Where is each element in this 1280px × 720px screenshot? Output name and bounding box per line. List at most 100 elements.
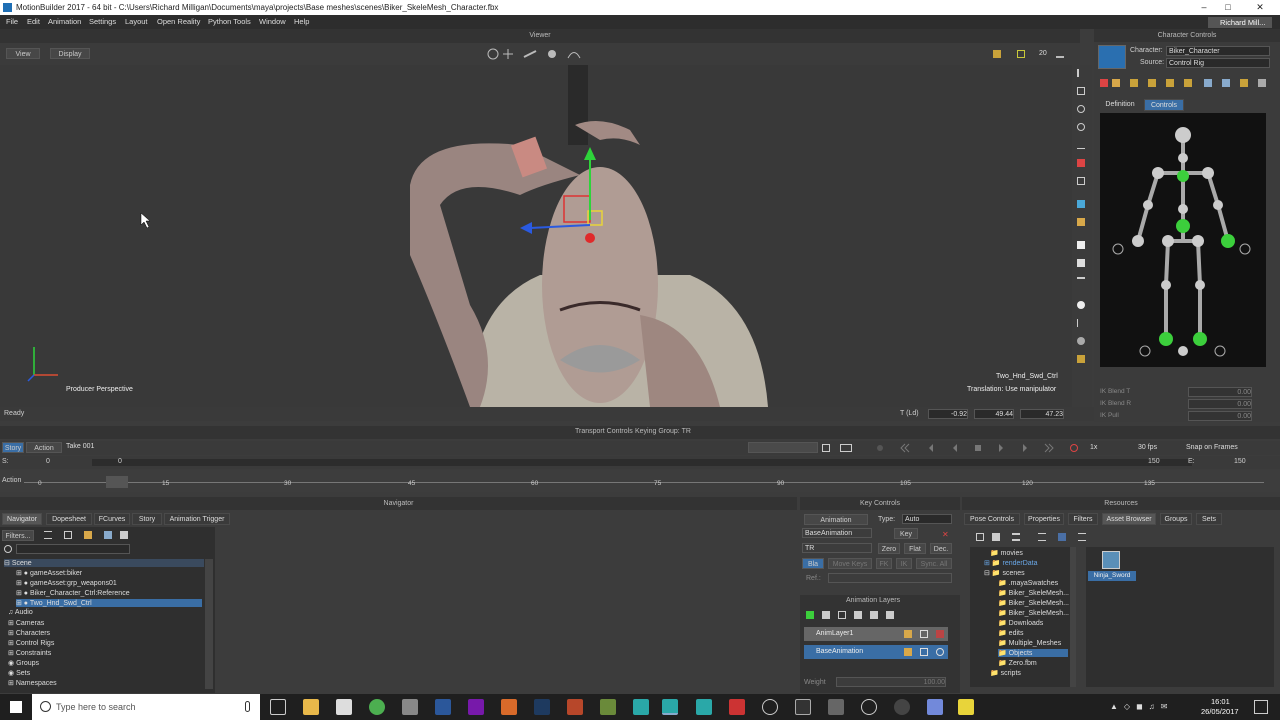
tree-item-namespaces[interactable]: ⊞ Namespaces <box>8 679 57 687</box>
tree-item-sets[interactable]: ◉ Sets <box>8 669 30 677</box>
null-icon[interactable] <box>1077 337 1085 345</box>
illustrator-icon[interactable] <box>501 699 517 715</box>
action-dropdown[interactable]: Action <box>26 442 62 453</box>
animation-button[interactable]: Animation <box>804 514 868 525</box>
speed-select[interactable]: 1x <box>1088 443 1132 453</box>
display-mode-icon[interactable] <box>993 50 1001 58</box>
app-icon-18[interactable] <box>828 699 844 715</box>
forward-icon[interactable] <box>120 531 128 539</box>
y-value-field[interactable]: 49.44 <box>974 409 1014 419</box>
details-view-icon[interactable] <box>1038 533 1046 541</box>
hierarchy-icon[interactable] <box>64 531 72 539</box>
filters-button[interactable]: Filters... <box>2 530 34 541</box>
display-button[interactable]: Display <box>50 48 90 59</box>
start-value[interactable]: 0 <box>46 458 50 465</box>
end-value[interactable]: 150 <box>1234 458 1246 465</box>
key-icon[interactable] <box>1112 79 1120 87</box>
flat-button[interactable]: Flat <box>904 543 926 554</box>
chrome-icon[interactable] <box>369 699 385 715</box>
menu-python-tools[interactable]: Python Tools <box>208 15 251 29</box>
layer-mute-icon[interactable] <box>936 630 944 638</box>
app-icon-15[interactable] <box>729 699 745 715</box>
pin-icon[interactable] <box>1166 79 1174 87</box>
layer-solo-icon[interactable] <box>920 648 928 656</box>
folder-scripts[interactable]: 📁 scripts <box>990 669 1021 677</box>
type-select[interactable]: Auto <box>902 514 952 524</box>
playhead[interactable] <box>106 476 128 488</box>
menu-file[interactable]: File <box>6 15 18 29</box>
epic-games-icon[interactable] <box>795 699 811 715</box>
frame-icon[interactable] <box>1077 177 1085 185</box>
ref-field[interactable] <box>828 573 952 583</box>
folder-edits[interactable]: 📁 edits <box>998 629 1023 637</box>
pivot-icon[interactable] <box>1056 50 1064 58</box>
tree-item-characters[interactable]: ⊞ Characters <box>8 629 50 637</box>
app-icon-11[interactable] <box>600 699 616 715</box>
source-select[interactable]: Control Rig <box>1166 58 1270 68</box>
folder-objects[interactable]: 📁 Objects <box>998 649 1068 657</box>
ik-pull-field[interactable]: 0.00 <box>1188 411 1252 421</box>
back-icon[interactable] <box>104 531 112 539</box>
sync-all-button[interactable]: Sync. All <box>916 558 952 569</box>
manipulator-tools[interactable] <box>486 47 586 61</box>
tree-item-biker[interactable]: ⊞ ● gameAsset:biker <box>16 569 82 577</box>
layout-split-icon[interactable] <box>840 444 852 452</box>
taskbar-search[interactable]: Type here to search <box>32 694 260 720</box>
task-view-icon[interactable] <box>270 699 286 715</box>
layer-lock-icon[interactable] <box>904 630 912 638</box>
fbx-file-icon[interactable] <box>1102 551 1120 569</box>
3d-viewport[interactable]: Producer Perspective Two_Hnd_Swd_Ctrl Tr… <box>0 65 1072 407</box>
z-value-field[interactable]: 47.23 <box>1020 409 1064 419</box>
layer-solo-icon[interactable] <box>920 630 928 638</box>
minimize-button[interactable]: – <box>1192 0 1216 15</box>
sticky-notes-icon[interactable] <box>958 699 974 715</box>
tree-item-two-hnd-swd-ctrl[interactable]: ⊞ ● Two_Hnd_Swd_Ctrl <box>16 599 202 607</box>
take-select[interactable]: Take 001 <box>64 442 744 452</box>
story-toggle[interactable]: Story <box>2 442 24 453</box>
tab-definition[interactable]: Definition <box>1100 99 1140 111</box>
menu-open-reality[interactable]: Open Reality <box>157 15 200 29</box>
mirror-icon[interactable] <box>1204 79 1212 87</box>
windows-start-icon[interactable] <box>10 701 22 713</box>
menu-layout[interactable]: Layout <box>125 15 148 29</box>
notifications-icon[interactable] <box>1254 700 1268 714</box>
dec-button[interactable]: Dec. <box>930 543 952 554</box>
word-icon[interactable] <box>435 699 451 715</box>
folder-multiple-meshes[interactable]: 📁 Multiple_Meshes <box>998 639 1061 647</box>
tab-groups[interactable]: Groups <box>1160 513 1192 525</box>
light-icon[interactable] <box>1077 218 1085 226</box>
fk-ik-icon[interactable] <box>1100 79 1108 87</box>
character-skeleton-view[interactable] <box>1100 113 1266 367</box>
character-select[interactable]: Biker_Character <box>1166 46 1270 56</box>
tab-filters[interactable]: Filters <box>1068 513 1098 525</box>
thumbnail-view-icon[interactable] <box>1058 533 1066 541</box>
camera-icon[interactable] <box>1077 200 1085 208</box>
zero-button[interactable]: Zero <box>878 543 900 554</box>
tree-item-cameras[interactable]: ⊞ Cameras <box>8 619 44 627</box>
menu-animation[interactable]: Animation <box>48 15 81 29</box>
ik-blend-r-field[interactable]: 0.00 <box>1188 399 1252 409</box>
zoom-fit-icon[interactable] <box>1222 79 1230 87</box>
browser-view-icon[interactable] <box>992 533 1000 541</box>
snap-select[interactable]: Snap on Frames <box>1184 443 1256 453</box>
unreal-icon[interactable] <box>894 699 910 715</box>
bla-button[interactable]: Bla <box>802 558 824 569</box>
add-layer-icon[interactable] <box>806 611 814 619</box>
list-icon[interactable] <box>44 531 52 539</box>
layer-row-baseanimation[interactable]: BaseAnimation <box>804 645 948 659</box>
layer-lock-icon[interactable] <box>904 648 912 656</box>
tab-sets[interactable]: Sets <box>1196 513 1222 525</box>
x-value-field[interactable]: -0.92 <box>928 409 968 419</box>
search-input[interactable] <box>16 544 130 554</box>
duplicate-layer-icon[interactable] <box>822 611 830 619</box>
close-button[interactable]: ✕ <box>1248 0 1272 15</box>
tab-pose-controls[interactable]: Pose Controls <box>964 513 1020 525</box>
tab-controls[interactable]: Controls <box>1144 99 1184 111</box>
move-keys-button[interactable]: Move Keys <box>828 558 872 569</box>
cylinder-icon[interactable] <box>1077 259 1085 267</box>
maya-icon[interactable] <box>633 699 649 715</box>
user-account-button[interactable]: Richard Mill... <box>1208 17 1272 28</box>
tab-dopesheet[interactable]: Dopesheet <box>46 513 92 525</box>
key-button[interactable]: Key <box>894 528 918 539</box>
powerpoint-icon[interactable] <box>567 699 583 715</box>
